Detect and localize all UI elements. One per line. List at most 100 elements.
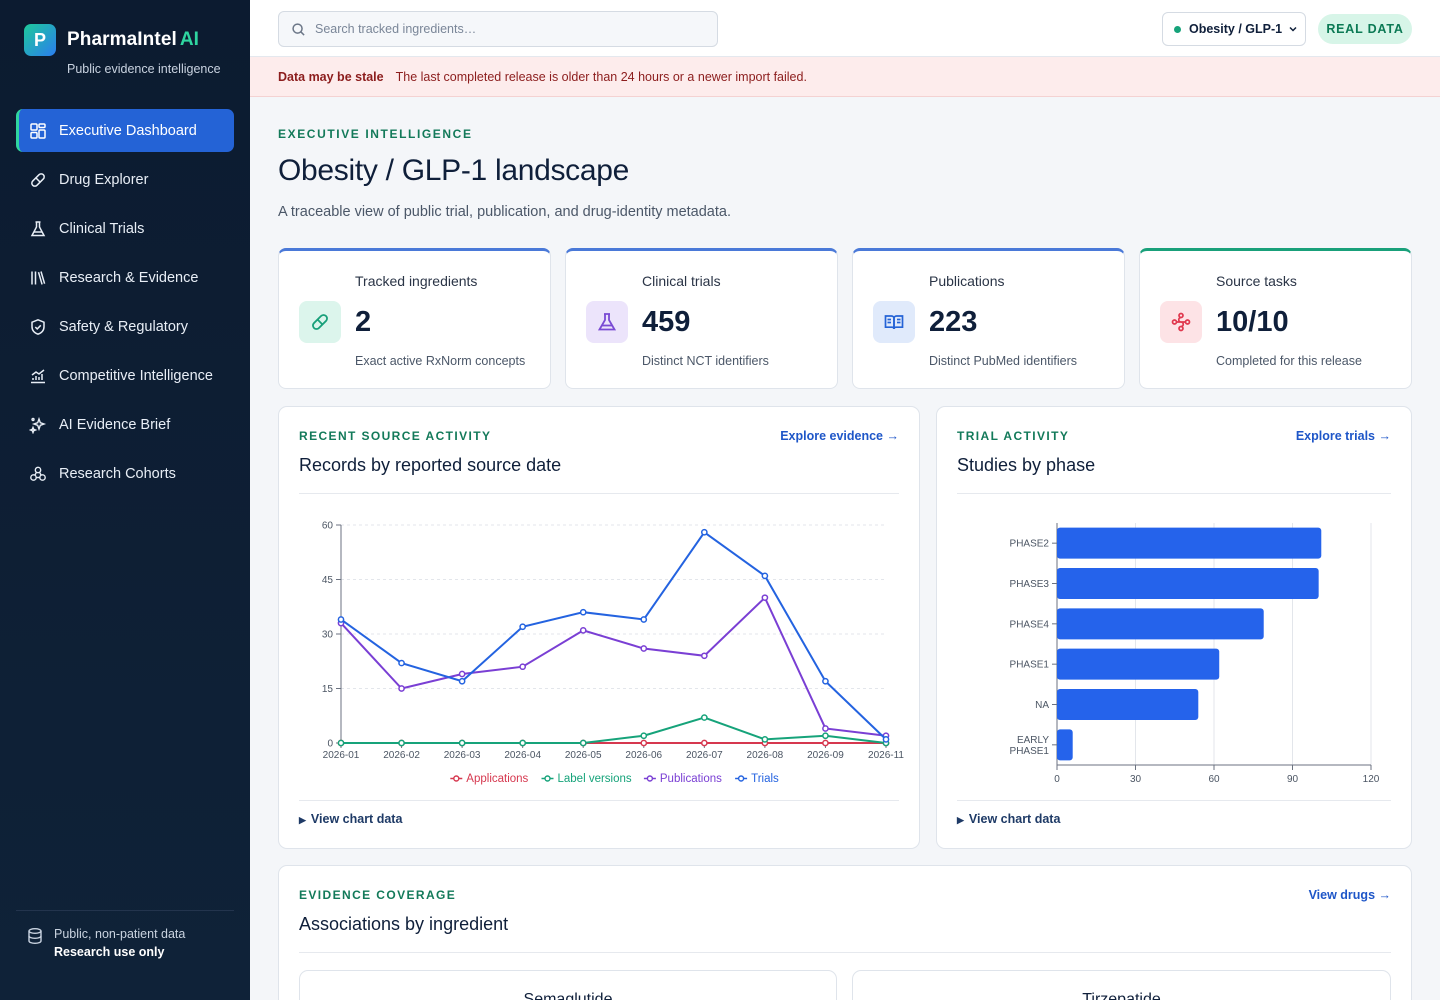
ingredient-name: Tirzepatide	[1082, 991, 1161, 1000]
scope-selector[interactable]: Obesity / GLP-1	[1162, 12, 1306, 46]
data-point	[640, 645, 648, 652]
ingredient-card-tirzepatide[interactable]: Tirzepatide	[852, 970, 1391, 1000]
kpi-value: 2	[355, 306, 372, 338]
divider	[957, 800, 1391, 801]
view-chart-data-toggle[interactable]: ▶ View chart data	[299, 812, 402, 826]
sidebar-item-label: Safety & Regulatory	[59, 318, 188, 335]
data-point	[640, 732, 648, 740]
x-tick-label: 2026-06	[625, 750, 662, 761]
kpi-note: Distinct NCT identifiers	[642, 354, 769, 368]
flask-icon	[586, 301, 628, 343]
data-point	[398, 739, 405, 747]
kpi-card-source-tasks: Source tasks 10/10 Completed for this re…	[1139, 248, 1412, 389]
panel-title: Studies by phase	[957, 455, 1096, 475]
search-input[interactable]	[315, 22, 695, 36]
brand-name-text: PharmaIntel	[67, 29, 177, 50]
kpi-card-publications: Publications 223 Distinct PubMed identif…	[852, 248, 1125, 389]
sidebar-item-competitive-intelligence[interactable]: Competitive Intelligence	[16, 354, 234, 397]
data-point	[822, 739, 829, 747]
sidebar-item-drug-explorer[interactable]: Drug Explorer	[16, 158, 234, 201]
bar	[1057, 527, 1322, 559]
view-drugs-link[interactable]: View drugs →	[1309, 888, 1391, 902]
search-box[interactable]	[278, 11, 718, 47]
sidebar-item-research-evidence[interactable]: Research & Evidence	[16, 256, 234, 299]
sidebar-nav: Executive Dashboard Drug Explorer Clinic…	[16, 109, 234, 501]
kpi-value: 459	[642, 306, 691, 338]
y-tick-label: 15	[322, 684, 334, 695]
dashboard-icon	[29, 122, 47, 140]
caret-right-icon: ▶	[299, 815, 306, 825]
bar	[1057, 648, 1220, 680]
workflow-icon	[1160, 301, 1202, 343]
y-tick-label: 45	[322, 575, 334, 586]
data-point	[700, 739, 708, 747]
sidebar-item-label: Clinical Trials	[59, 220, 145, 237]
y-tick-label: PHASE2	[1010, 539, 1050, 550]
x-tick-label: 2026-11	[868, 750, 904, 761]
divider	[299, 952, 1391, 953]
x-tick-label: 0	[1054, 774, 1060, 785]
legend-marker	[544, 775, 551, 782]
sidebar-item-ai-evidence-brief[interactable]: AI Evidence Brief	[16, 403, 234, 446]
pill-icon	[299, 301, 341, 343]
caret-right-icon: ▶	[957, 815, 964, 825]
divider	[299, 493, 899, 494]
legend-marker	[453, 775, 460, 782]
x-tick-label: 2026-03	[444, 750, 481, 761]
ingredient-card-semaglutide[interactable]: Semaglutide	[299, 970, 837, 1000]
kpi-label: Tracked ingredients	[355, 273, 478, 289]
kpi-card-tracked-ingredients: Tracked ingredients 2 Exact active RxNor…	[278, 248, 551, 389]
sidebar-item-label: AI Evidence Brief	[59, 416, 171, 433]
data-point	[458, 677, 466, 685]
data-point	[640, 616, 648, 623]
sidebar-item-label: Research & Evidence	[59, 269, 199, 286]
sparkles-icon	[29, 416, 47, 434]
brand[interactable]: P PharmaIntel AI	[24, 24, 199, 56]
kpi-label: Publications	[929, 273, 1005, 289]
data-point	[640, 739, 648, 747]
kpi-label: Clinical trials	[642, 273, 721, 289]
phase-bar-chart: 0 30 60 90 120 PHASE2 PHASE3 PHASE4 PHASE1 NA EARL…	[1010, 523, 1380, 785]
real-data-badge: REAL DATA	[1318, 14, 1412, 44]
data-point	[458, 670, 466, 678]
legend-marker	[737, 775, 745, 782]
x-tick-label: 30	[1130, 774, 1142, 785]
data-point	[398, 685, 405, 692]
footer-data-note: Public, non-patient data	[54, 927, 186, 941]
data-point	[337, 616, 345, 623]
panel-eyebrow: EVIDENCE COVERAGE	[299, 888, 457, 902]
x-tick-label: 2026-09	[807, 750, 844, 761]
view-chart-data-toggle[interactable]: ▶ View chart data	[957, 812, 1060, 826]
data-point	[700, 714, 708, 721]
sidebar-item-label: Research Cohorts	[59, 465, 176, 482]
legend-label: Label versions	[558, 773, 632, 785]
x-tick-label: 2026-07	[686, 750, 723, 761]
status-dot	[1174, 25, 1181, 33]
y-tick-label: EARLY	[1017, 735, 1049, 746]
banner-title: Data may be stale	[278, 69, 384, 84]
sidebar-item-clinical-trials[interactable]: Clinical Trials	[16, 207, 234, 250]
sidebar-item-executive-dashboard[interactable]: Executive Dashboard	[16, 109, 234, 152]
bar	[1057, 729, 1073, 761]
kpi-note: Completed for this release	[1216, 354, 1362, 368]
source-activity-panel: RECENT SOURCE ACTIVITY Records by report…	[278, 406, 920, 849]
y-tick-label: 60	[322, 521, 334, 532]
data-point	[761, 594, 769, 602]
shield-check-icon	[29, 318, 47, 336]
sidebar-item-research-cohorts[interactable]: Research Cohorts	[16, 452, 234, 495]
x-tick-label: 2026-04	[504, 750, 541, 761]
legend-label: Applications	[466, 773, 528, 785]
series-line	[341, 716, 887, 744]
database-icon	[26, 927, 44, 945]
sidebar-item-safety-regulatory[interactable]: Safety & Regulatory	[16, 305, 234, 348]
search-icon	[292, 22, 305, 36]
data-point	[398, 659, 405, 667]
kpi-label: Source tasks	[1216, 273, 1297, 289]
explore-trials-link[interactable]: Explore trials →	[1296, 429, 1391, 443]
kpi-value: 10/10	[1216, 306, 1289, 338]
series-line	[340, 595, 887, 737]
y-tick-label: 0	[327, 739, 333, 750]
y-tick-label: PHASE4	[1010, 619, 1050, 630]
explore-evidence-link[interactable]: Explore evidence →	[780, 429, 899, 443]
y-tick-label: 30	[322, 630, 334, 641]
